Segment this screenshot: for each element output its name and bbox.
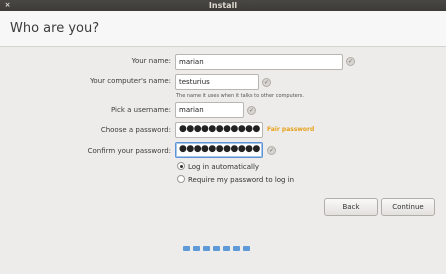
progress-step-dot bbox=[203, 246, 210, 251]
name-label: Your name: bbox=[131, 57, 171, 65]
page-title: Who are you? bbox=[10, 21, 100, 36]
confirm-password-valid-icon: ✓ bbox=[267, 146, 276, 155]
computer-name-field[interactable]: testurius bbox=[175, 74, 259, 90]
close-icon[interactable]: × bbox=[4, 2, 11, 9]
username-label: Pick a username: bbox=[110, 106, 171, 114]
progress-step-dot bbox=[213, 246, 220, 251]
progress-step-dot bbox=[223, 246, 230, 251]
radio-selected-icon[interactable] bbox=[177, 162, 185, 170]
progress-step-dot bbox=[243, 246, 250, 251]
confirm-password-field[interactable]: ●●●●●●●●●●● bbox=[175, 142, 263, 158]
progress-step-dot bbox=[183, 246, 190, 251]
radio-label: Log in automatically bbox=[188, 163, 260, 171]
computer-name-hint: The name it uses when it talks to other … bbox=[176, 93, 305, 99]
page-header: Who are you? bbox=[0, 11, 446, 47]
computer-name-label: Your computer's name: bbox=[90, 77, 171, 85]
window-titlebar: × Install bbox=[0, 0, 446, 11]
radio-require-password[interactable]: Require my password to log in bbox=[177, 175, 294, 184]
continue-button[interactable]: Continue bbox=[381, 198, 435, 216]
name-field[interactable]: marian bbox=[175, 54, 343, 70]
radio-log-in-automatically[interactable]: Log in automatically bbox=[177, 162, 259, 171]
confirm-password-label: Confirm your password: bbox=[87, 147, 171, 155]
name-valid-icon: ✓ bbox=[346, 57, 355, 66]
radio-label: Require my password to log in bbox=[188, 176, 295, 184]
window-title: Install bbox=[208, 1, 238, 10]
password-strength: Fair password bbox=[267, 126, 315, 133]
progress-step-dot bbox=[193, 246, 200, 251]
radio-unselected-icon[interactable] bbox=[177, 175, 185, 183]
password-field[interactable]: ●●●●●●●●●●● bbox=[175, 122, 263, 138]
back-button[interactable]: Back bbox=[324, 198, 378, 216]
password-label: Choose a password: bbox=[100, 126, 171, 134]
install-progress bbox=[183, 246, 253, 252]
username-field[interactable]: marian bbox=[175, 102, 244, 118]
computer-name-valid-icon: ✓ bbox=[262, 78, 271, 87]
progress-step-dot bbox=[233, 246, 240, 251]
username-valid-icon: ✓ bbox=[247, 106, 256, 115]
